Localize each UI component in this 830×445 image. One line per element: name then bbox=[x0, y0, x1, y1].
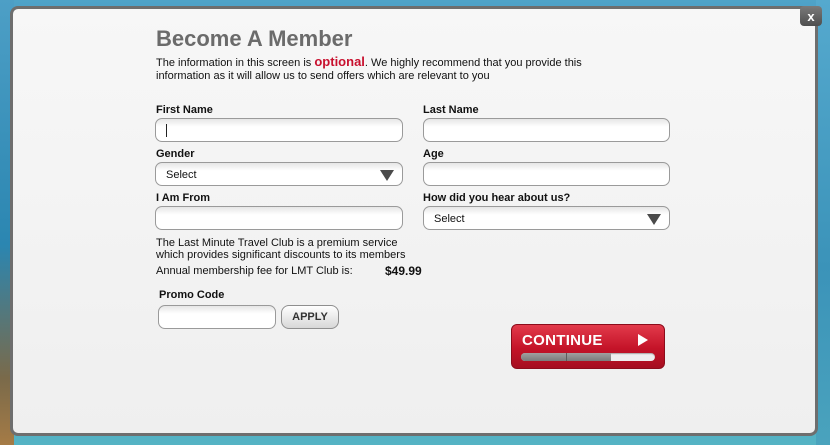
gender-select[interactable]: Select bbox=[155, 162, 403, 186]
close-icon: x bbox=[807, 8, 815, 24]
page-title: Become A Member bbox=[156, 26, 353, 51]
fee-value: $49.99 bbox=[385, 264, 422, 278]
from-field[interactable] bbox=[155, 206, 403, 230]
optional-highlight: optional bbox=[314, 54, 365, 69]
progress-divider bbox=[565, 353, 567, 361]
membership-info: The Last Minute Travel Club is a premium… bbox=[156, 237, 406, 261]
gender-label: Gender bbox=[156, 148, 195, 160]
age-field[interactable] bbox=[423, 162, 670, 186]
age-label: Age bbox=[423, 148, 444, 160]
intro-text: The information in this screen is option… bbox=[156, 54, 582, 82]
from-label: I Am From bbox=[156, 192, 210, 204]
referral-label: How did you hear about us? bbox=[423, 192, 571, 204]
last-name-label: Last Name bbox=[423, 104, 479, 116]
fee-label: Annual membership fee for LMT Club is: bbox=[156, 265, 353, 277]
chevron-down-icon bbox=[380, 170, 394, 181]
first-name-field[interactable] bbox=[155, 118, 403, 142]
promo-code-label: Promo Code bbox=[159, 289, 225, 301]
first-name-label: First Name bbox=[156, 104, 213, 116]
promo-code-field[interactable] bbox=[158, 305, 276, 329]
continue-label: CONTINUE bbox=[522, 332, 603, 349]
chevron-down-icon bbox=[647, 214, 661, 225]
close-button[interactable]: x bbox=[800, 6, 822, 26]
referral-select[interactable]: Select bbox=[423, 206, 670, 230]
gender-selected-value: Select bbox=[166, 169, 197, 181]
apply-button[interactable]: APPLY bbox=[281, 305, 339, 329]
last-name-field[interactable] bbox=[423, 118, 670, 142]
play-arrow-icon bbox=[638, 334, 648, 346]
continue-button[interactable]: CONTINUE bbox=[511, 324, 665, 369]
background-right bbox=[816, 0, 830, 445]
text-cursor bbox=[166, 124, 167, 137]
referral-selected-value: Select bbox=[434, 213, 465, 225]
progress-bar bbox=[521, 353, 655, 361]
